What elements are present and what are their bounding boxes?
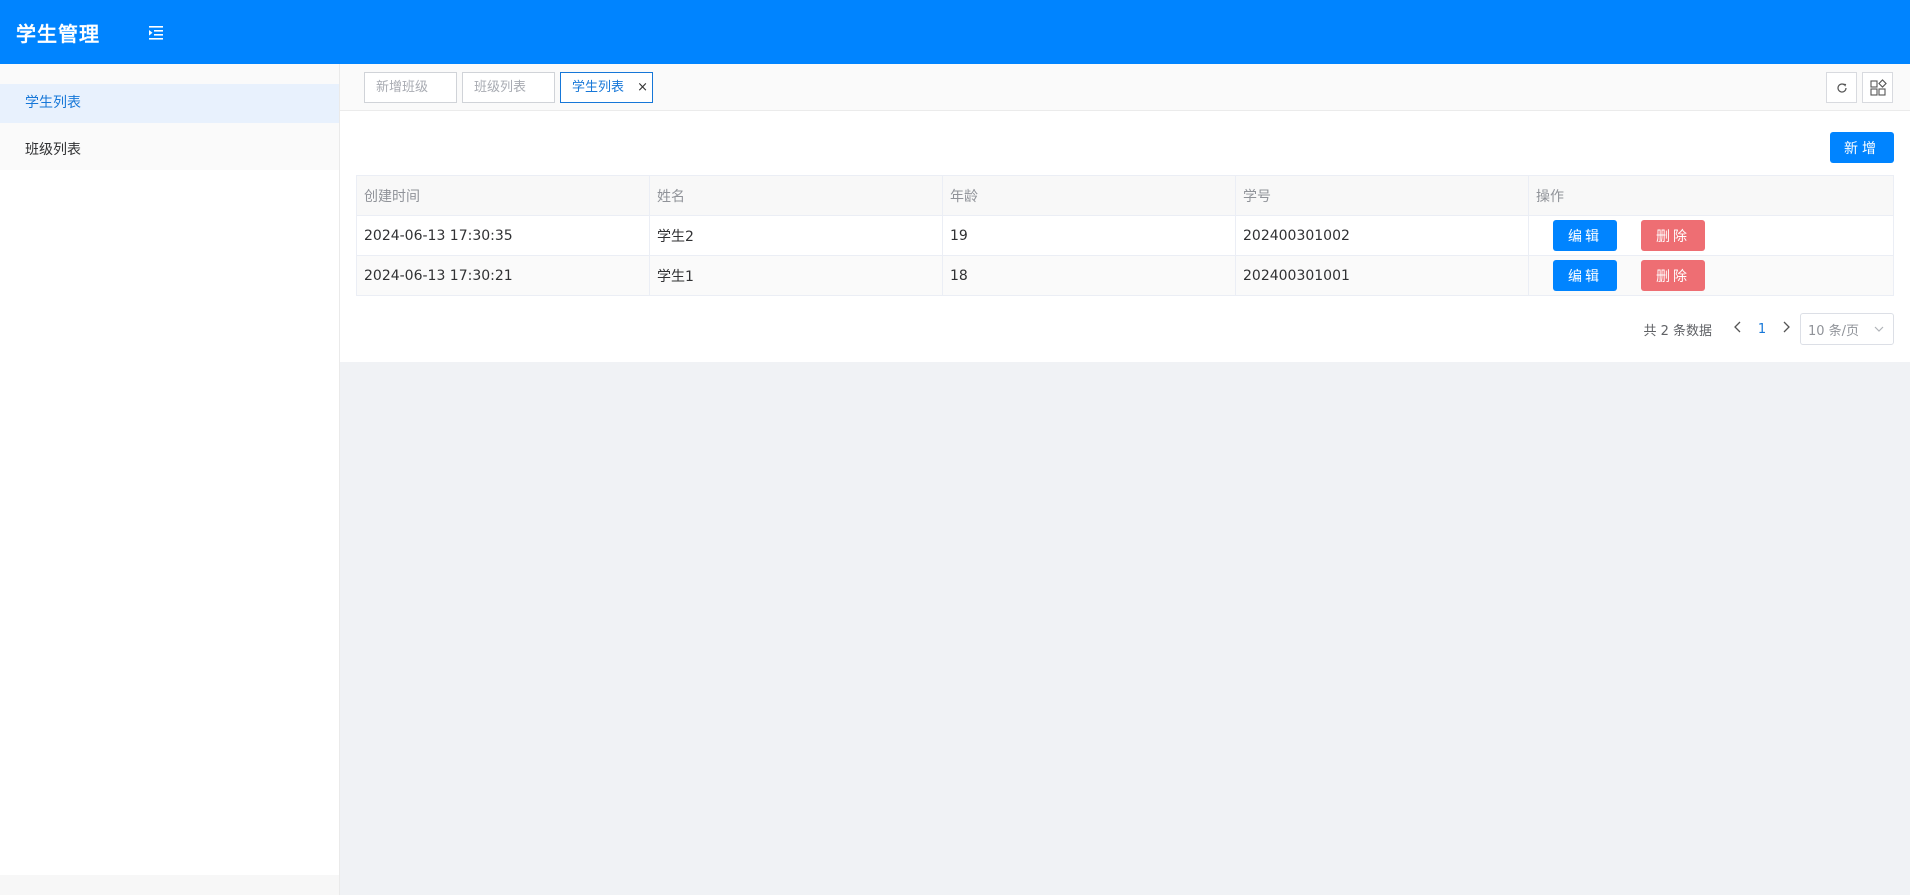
tab-add-class[interactable]: 新增班级	[364, 72, 457, 103]
chevron-down-icon	[1874, 326, 1884, 332]
sidebar-menu: 学生列表 班级列表	[0, 64, 339, 170]
main-area: 新增班级 班级列表 学生列表 × 新增 创建时间 姓名 年龄 学号 操作 202…	[340, 64, 1910, 895]
pagination: 共 2 条数据 1 10 条/页	[1643, 313, 1894, 345]
table-row: 2024-06-13 17:30:35 学生2 19 202400301002 …	[356, 215, 1894, 256]
table-header-row: 创建时间 姓名 年龄 学号 操作	[356, 175, 1894, 216]
edit-button[interactable]: 编辑	[1553, 260, 1617, 291]
refresh-button[interactable]	[1826, 72, 1857, 103]
grid-layout-icon	[1869, 78, 1887, 96]
col-name: 姓名	[649, 175, 943, 216]
cell-created-time: 2024-06-13 17:30:35	[356, 215, 650, 256]
col-student-id: 学号	[1235, 175, 1529, 216]
tabs-bar: 新增班级 班级列表 学生列表 ×	[340, 64, 1910, 111]
cell-name: 学生2	[649, 215, 943, 256]
app-title: 学生管理	[16, 21, 100, 46]
tab-label: 新增班级	[376, 80, 429, 95]
delete-button[interactable]: 删除	[1641, 220, 1705, 251]
tab-label: 学生列表	[572, 80, 625, 95]
add-button[interactable]: 新增	[1830, 132, 1894, 163]
pagination-total: 共 2 条数据	[1643, 323, 1712, 339]
page-number-current[interactable]: 1	[1750, 322, 1774, 337]
cell-age: 19	[942, 215, 1236, 256]
top-header: 学生管理	[0, 0, 1910, 64]
menu-fold-icon	[149, 26, 163, 40]
col-age: 年龄	[942, 175, 1236, 216]
refresh-icon	[1836, 82, 1847, 93]
layout-button[interactable]	[1862, 72, 1893, 103]
cell-actions: 编辑 删除	[1528, 215, 1894, 256]
cell-created-time: 2024-06-13 17:30:21	[356, 255, 650, 296]
sidebar-item-class-list[interactable]: 班级列表	[0, 131, 339, 170]
cell-student-id: 202400301002	[1235, 215, 1529, 256]
cell-name: 学生1	[649, 255, 943, 296]
chevron-right-icon	[1783, 321, 1790, 333]
chevron-left-icon	[1734, 321, 1741, 333]
menu-collapse-button[interactable]	[146, 22, 166, 42]
next-page-button[interactable]	[1774, 321, 1798, 337]
cell-age: 18	[942, 255, 1236, 296]
col-created-time: 创建时间	[356, 175, 650, 216]
tab-class-list[interactable]: 班级列表	[462, 72, 555, 103]
cell-student-id: 202400301001	[1235, 255, 1529, 296]
page-size-select[interactable]: 10 条/页	[1800, 313, 1894, 345]
prev-page-button[interactable]	[1726, 321, 1750, 337]
student-table: 创建时间 姓名 年龄 学号 操作 2024-06-13 17:30:35 学生2…	[356, 175, 1894, 296]
sidebar-footer	[0, 875, 339, 895]
sidebar: 学生列表 班级列表	[0, 64, 340, 895]
content-panel: 新增 创建时间 姓名 年龄 学号 操作 2024-06-13 17:30:35 …	[340, 111, 1910, 362]
cell-actions: 编辑 删除	[1528, 255, 1894, 296]
table-row: 2024-06-13 17:30:21 学生1 18 202400301001 …	[356, 255, 1894, 296]
col-actions: 操作	[1528, 175, 1894, 216]
page-size-value: 10 条/页	[1808, 323, 1860, 339]
tab-label: 班级列表	[474, 80, 527, 95]
edit-button[interactable]: 编辑	[1553, 220, 1617, 251]
tab-close-icon[interactable]: ×	[637, 73, 648, 102]
delete-button[interactable]: 删除	[1641, 260, 1705, 291]
sidebar-item-student-list[interactable]: 学生列表	[0, 84, 339, 123]
tab-student-list[interactable]: 学生列表 ×	[560, 72, 653, 103]
